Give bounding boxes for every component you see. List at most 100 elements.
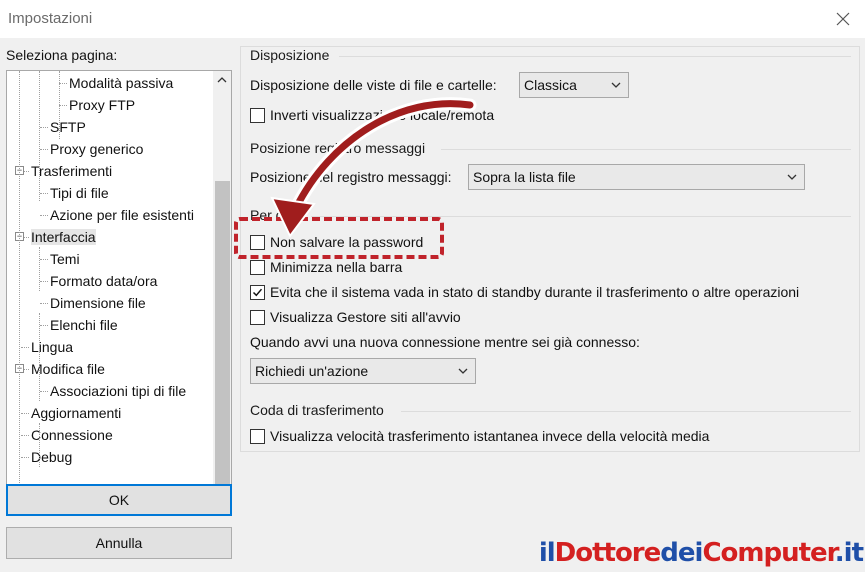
watermark-part: Dottore xyxy=(554,538,662,568)
watermark-part: Computer xyxy=(702,538,835,568)
tree-item-label: Azione per file esistenti xyxy=(50,207,194,223)
tree-item[interactable]: Dimensione file xyxy=(50,293,146,313)
tree-item[interactable]: Azione per file esistenti xyxy=(50,205,194,225)
chevron-down-icon xyxy=(458,368,468,374)
view-layout-select[interactable]: Classica xyxy=(519,72,629,98)
log-group-title: Posizione registro messaggi xyxy=(250,140,426,156)
scroll-thumb[interactable] xyxy=(215,181,230,491)
tree-item[interactable]: Tipi di file xyxy=(50,183,109,203)
tree-item-label: Tipi di file xyxy=(50,185,109,201)
tree-item[interactable]: Debug xyxy=(31,447,72,467)
tree-item[interactable]: Modifica file xyxy=(31,359,105,379)
select-page-label: Seleziona pagina: xyxy=(6,47,118,63)
tree-item-label: Trasferimenti xyxy=(31,163,113,179)
tree-item[interactable]: Lingua xyxy=(31,337,73,357)
tree-item[interactable]: Trasferimenti xyxy=(31,161,112,181)
tree-item-label: Interfaccia xyxy=(31,229,96,245)
queue-group-title: Coda di trasferimento xyxy=(250,402,384,418)
tree-item-label: Lingua xyxy=(31,339,74,355)
site-watermark: ilDottoredeiComputer.it xyxy=(538,538,864,568)
tree-item[interactable]: Formato data/ora xyxy=(50,271,157,291)
layout-group-title: Disposizione xyxy=(250,47,330,63)
tree-connector xyxy=(40,391,48,392)
layout-group-line xyxy=(339,56,851,57)
other-group-line xyxy=(311,216,851,217)
prevent-standby-label: Evita che il sistema vada in stato di st… xyxy=(270,284,800,300)
no-save-password-checkbox[interactable] xyxy=(250,234,265,250)
tree-item[interactable]: Elenchi file xyxy=(50,315,118,335)
new-connection-value: Richiedi un'azione xyxy=(255,363,369,379)
tree-connector xyxy=(59,83,67,84)
new-connection-select[interactable]: Richiedi un'azione xyxy=(250,358,476,384)
site-manager-option[interactable]: Visualizza Gestore siti all'avvio xyxy=(250,307,461,327)
tree-item-label: Proxy FTP xyxy=(69,97,136,113)
instant-speed-checkbox[interactable] xyxy=(250,428,265,444)
prevent-standby-checkbox[interactable] xyxy=(250,284,265,300)
tree-item[interactable]: Connessione xyxy=(31,425,113,445)
chevron-down-icon xyxy=(787,174,797,180)
scroll-up-button[interactable] xyxy=(213,71,231,89)
tree-item-label: Debug xyxy=(31,449,73,465)
log-position-value: Sopra la lista file xyxy=(473,169,576,185)
new-connection-label: Quando avvi una nuova connessione mentre… xyxy=(250,334,640,350)
watermark-part: .it xyxy=(834,538,864,568)
tree-guide xyxy=(59,71,60,139)
chevron-down-icon xyxy=(611,82,621,88)
no-save-password-option[interactable]: Non salvare la password xyxy=(250,232,423,252)
tree-item[interactable]: Interfaccia xyxy=(31,227,96,247)
watermark-part: dei xyxy=(660,538,703,568)
tree-item[interactable]: Proxy FTP xyxy=(69,95,135,115)
settings-panel: Disposizione Disposizione delle viste di… xyxy=(240,46,860,452)
minimize-tray-label: Minimizza nella barra xyxy=(270,259,403,275)
checkmark-icon xyxy=(252,288,263,296)
tree-item[interactable]: SFTP xyxy=(50,117,86,137)
tree-guide xyxy=(19,71,20,511)
site-manager-checkbox[interactable] xyxy=(250,309,265,325)
log-position-select[interactable]: Sopra la lista file xyxy=(468,164,805,190)
tree-item-label: SFTP xyxy=(50,119,86,135)
tree-item-label: Aggiornamenti xyxy=(31,405,122,421)
tree-guide xyxy=(39,423,40,467)
tree-connector xyxy=(40,303,48,304)
tree-connector xyxy=(40,149,48,150)
tree-item-label: Modifica file xyxy=(31,361,105,377)
minimize-tray-option[interactable]: Minimizza nella barra xyxy=(250,257,402,277)
minimize-tray-checkbox[interactable] xyxy=(250,259,265,275)
window-title: Impostazioni xyxy=(8,10,93,27)
tree-item[interactable]: Temi xyxy=(50,249,80,269)
title-bar: Impostazioni xyxy=(0,0,865,38)
tree-item-label: Temi xyxy=(50,251,80,267)
tree-connector xyxy=(21,347,29,348)
site-manager-label: Visualizza Gestore siti all'avvio xyxy=(270,309,461,325)
cancel-button[interactable]: Annulla xyxy=(6,527,232,559)
no-save-password-label: Non salvare la password xyxy=(270,234,424,250)
tree-item[interactable]: Modalità passiva xyxy=(69,73,173,93)
close-button[interactable] xyxy=(827,4,859,34)
watermark-part: il xyxy=(538,538,556,568)
log-position-label: Posizione del registro messaggi: xyxy=(250,169,452,185)
log-group-line xyxy=(441,149,851,150)
tree-item[interactable]: Aggiornamenti xyxy=(31,403,121,423)
tree-item-label: Elenchi file xyxy=(50,317,118,333)
tree-item-label: Modalità passiva xyxy=(69,75,174,91)
tree-connector xyxy=(40,127,48,128)
tree-guide xyxy=(39,71,40,201)
instant-speed-option[interactable]: Visualizza velocità trasferimento istant… xyxy=(250,426,709,446)
tree-item-label: Connessione xyxy=(31,427,113,443)
page-tree[interactable]: Modalità passiva Proxy FTP SFTP Proxy gener… xyxy=(6,70,232,512)
tree-guide xyxy=(39,313,40,401)
tree-connector xyxy=(40,215,48,216)
tree-item-label: Proxy generico xyxy=(50,141,144,157)
ok-button[interactable]: OK xyxy=(6,484,232,516)
prevent-standby-option[interactable]: Evita che il sistema vada in stato di st… xyxy=(250,282,799,302)
tree-scrollbar[interactable] xyxy=(213,71,231,511)
invert-view-option[interactable]: Inverti visualizzazione locale/remota xyxy=(250,105,494,125)
tree-connector xyxy=(40,193,48,194)
tree-item[interactable]: Associazioni tipi di file xyxy=(50,381,186,401)
invert-view-checkbox[interactable] xyxy=(250,107,265,123)
tree-connector xyxy=(40,281,48,282)
dialog-body: Seleziona pagina: Modalità passiva Proxy … xyxy=(0,38,865,572)
tree-connector xyxy=(59,105,67,106)
tree-item[interactable]: Proxy generico xyxy=(50,139,143,159)
tree-guide xyxy=(39,247,40,291)
